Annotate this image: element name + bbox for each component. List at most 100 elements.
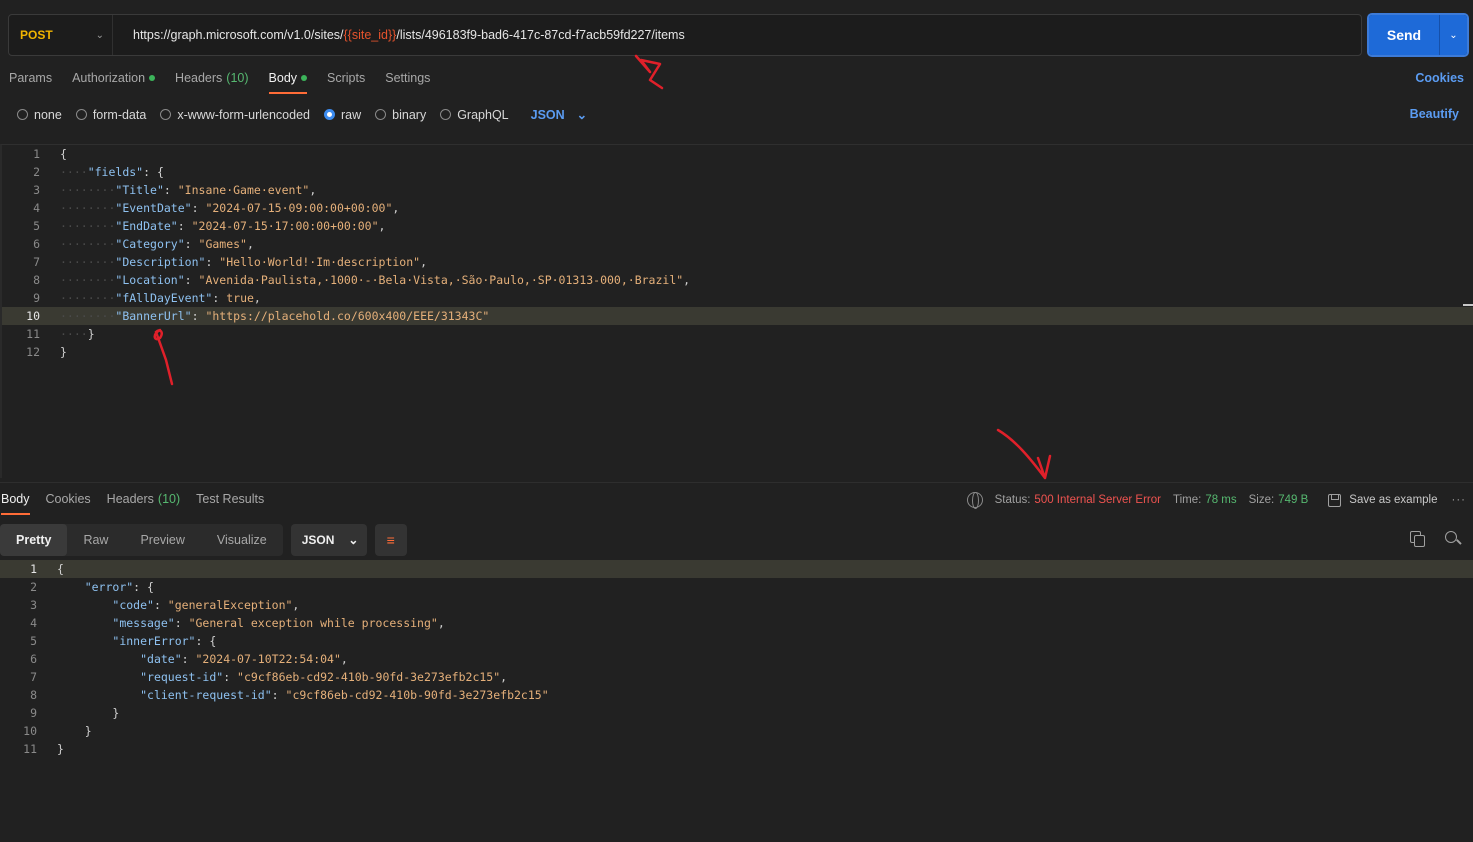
code-text: "message": "General exception while proc…	[112, 616, 445, 630]
line-number: 2	[30, 580, 37, 594]
send-options-button[interactable]: ⌄	[1439, 15, 1467, 55]
json-value: "c9cf86eb-cd92-410b-90fd-3e273efb2c15"	[237, 670, 501, 684]
code-text: ········"EventDate": "2024-07-15·09:00:0…	[60, 201, 400, 215]
tab-body[interactable]: Body	[268, 71, 308, 94]
line-number: 10	[26, 309, 40, 323]
view-visualize[interactable]: Visualize	[201, 524, 283, 556]
tab-settings[interactable]: Settings	[385, 71, 430, 85]
chevron-down-icon: ⌄	[576, 108, 588, 122]
code-line: 3 "code": "generalException",	[0, 596, 1473, 614]
radio-raw[interactable]: raw	[324, 108, 361, 122]
code-line: 6 ········"Category": "Games",	[2, 235, 1473, 253]
raw-format-select[interactable]: JSON ⌄	[531, 107, 588, 123]
json-key: EventDate	[122, 201, 185, 215]
line-number: 6	[33, 237, 40, 251]
json-value: "General exception while processing"	[188, 616, 438, 630]
status-value[interactable]: 500 Internal Server Error	[1034, 494, 1161, 506]
radio-label: raw	[341, 107, 362, 122]
tab-label: Test Results	[196, 492, 265, 506]
json-value: "generalException"	[167, 598, 293, 612]
url-prefix: https://graph.microsoft.com/v1.0/sites/	[133, 28, 344, 42]
more-options-icon[interactable]: ···	[1452, 494, 1467, 506]
json-key: EndDate	[122, 219, 171, 233]
size-value[interactable]: 749 B	[1278, 494, 1308, 506]
globe-icon[interactable]	[966, 492, 983, 509]
code-line: 12}	[2, 343, 1473, 361]
request-body-editor[interactable]: 1{ 2 ····"fields": { 3 ········"Title": "I…	[0, 144, 1473, 478]
code-line: 9 ········"fAllDayEvent": true,	[2, 289, 1473, 307]
tab-label: Headers	[106, 492, 154, 506]
response-tabs: Body Cookies Headers (10) Test Results	[1, 492, 280, 515]
tab-count: (10)	[226, 71, 249, 85]
radio-binary[interactable]: binary	[375, 108, 426, 122]
save-as-example-button[interactable]: Save as example	[1349, 494, 1437, 506]
method-select[interactable]: POST ⌄	[9, 15, 113, 55]
status-label: Status:	[994, 494, 1031, 506]
send-button[interactable]: Send	[1369, 15, 1439, 55]
response-tools	[1410, 531, 1461, 547]
code-line: 10 }	[0, 722, 1473, 740]
tab-label: Body	[268, 71, 298, 85]
request-tabs: Params Authorization Headers (10) Body Sc…	[9, 71, 450, 94]
code-text: "request-id": "c9cf86eb-cd92-410b-90fd-3…	[140, 670, 508, 684]
view-pretty[interactable]: Pretty	[0, 524, 68, 556]
code-text: ········"BannerUrl": "https://placehold.…	[60, 309, 490, 323]
tab-test-results[interactable]: Test Results	[196, 492, 264, 506]
code-text: ····"fields": {	[60, 165, 164, 179]
tab-response-headers[interactable]: Headers (10)	[107, 492, 180, 506]
code-line: 1{	[2, 145, 1473, 163]
time-value[interactable]: 78 ms	[1205, 494, 1236, 506]
copy-icon[interactable]	[1410, 531, 1425, 547]
radio-graphql[interactable]: GraphQL	[440, 108, 509, 122]
search-icon[interactable]	[1445, 531, 1461, 547]
beautify-button[interactable]: Beautify	[1410, 107, 1459, 121]
url-bar: POST ⌄ https://graph.microsoft.com/v1.0/…	[8, 14, 1362, 56]
line-number: 9	[33, 291, 40, 305]
wrap-lines-button[interactable]: ≡	[374, 524, 407, 556]
code-line: 4 ········"EventDate": "2024-07-15·09:00:…	[2, 199, 1473, 217]
line-number: 8	[33, 273, 40, 287]
radio-urlencoded[interactable]: x-www-form-urlencoded	[160, 108, 310, 122]
line-number: 11	[23, 742, 37, 756]
radio-form-data[interactable]: form-data	[75, 107, 147, 122]
response-body-viewer[interactable]: 1{ 2 "error": { 3 "code": "generalExcept…	[0, 560, 1473, 842]
tab-response-cookies[interactable]: Cookies	[46, 492, 91, 506]
response-status-bar: Status: 500 Internal Server Error Time: …	[966, 492, 1467, 509]
code-line: 8 ········"Location": "Avenida·Paulista,·…	[2, 271, 1473, 289]
view-raw[interactable]: Raw	[67, 524, 124, 556]
response-format-select[interactable]: JSON ⌄	[290, 524, 367, 556]
line-number: 7	[30, 670, 37, 684]
line-number: 12	[26, 345, 40, 359]
json-key: Title	[122, 183, 157, 197]
json-value: "Games"	[198, 237, 247, 251]
tab-label: Scripts	[327, 71, 366, 85]
code-line: 11 ····}	[2, 325, 1473, 343]
tab-label: Body	[1, 492, 30, 506]
tab-headers[interactable]: Headers (10)	[175, 71, 248, 85]
tab-scripts[interactable]: Scripts	[327, 71, 365, 85]
code-line: 7 "request-id": "c9cf86eb-cd92-410b-90fd…	[0, 668, 1473, 686]
view-mode-segment: Pretty Raw Preview Visualize	[0, 524, 283, 556]
status-dot	[149, 75, 156, 81]
tab-response-body[interactable]: Body	[1, 492, 30, 515]
chevron-down-icon: ⌄	[95, 29, 104, 41]
code-text: }	[60, 345, 67, 359]
code-text: }	[57, 706, 120, 720]
annotation-arrow-url	[634, 54, 664, 90]
line-number: 1	[30, 562, 37, 576]
code-text: {	[60, 147, 67, 161]
radio-label: form-data	[92, 107, 147, 122]
size-label: Size:	[1248, 494, 1275, 506]
code-text: ····}	[60, 327, 95, 341]
tab-authorization[interactable]: Authorization	[72, 71, 156, 85]
line-number: 2	[33, 165, 40, 179]
radio-label: none	[34, 107, 62, 122]
url-input[interactable]: https://graph.microsoft.com/v1.0/sites/{…	[113, 28, 685, 42]
tab-params[interactable]: Params	[9, 71, 52, 85]
cookies-link[interactable]: Cookies	[1415, 71, 1464, 85]
json-key: fAllDayEvent	[122, 291, 206, 305]
code-line: 7 ········"Description": "Hello·World!·Im…	[2, 253, 1473, 271]
code-text: "client-request-id": "c9cf86eb-cd92-410b…	[140, 688, 549, 702]
view-preview[interactable]: Preview	[124, 524, 200, 556]
radio-none[interactable]: none	[17, 108, 62, 122]
